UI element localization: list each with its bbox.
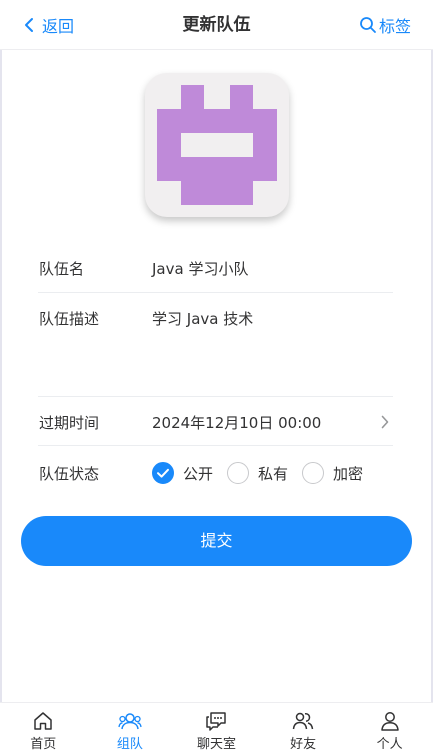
radio-unchecked-icon	[227, 462, 250, 484]
nav-bar: 返回 更新队伍 标签	[0, 0, 433, 50]
desc-textarea[interactable]: 学习 Java 技术	[152, 308, 253, 329]
expire-label: 过期时间	[39, 413, 100, 432]
chat-icon	[206, 712, 227, 731]
chevron-right-icon	[381, 415, 389, 429]
tab-friends[interactable]: 好友	[260, 703, 347, 756]
tab-profile-label: 个人	[376, 737, 403, 752]
tab-profile[interactable]: 个人	[346, 703, 433, 756]
desc-label: 队伍描述	[39, 309, 100, 328]
radio-unchecked-icon	[302, 462, 325, 484]
radio-checked-icon	[152, 462, 174, 484]
divider	[38, 292, 393, 293]
desc-row[interactable]: 队伍描述 学习 Java 技术	[24, 304, 409, 332]
radio-private[interactable]: 私有	[227, 462, 288, 484]
tab-chat-label: 聊天室	[196, 737, 236, 752]
tab-home[interactable]: 首页	[0, 703, 87, 756]
name-label: 队伍名	[39, 259, 85, 278]
divider	[38, 396, 393, 397]
team-avatar[interactable]	[145, 73, 289, 217]
user-icon	[380, 712, 399, 731]
search-icon	[360, 17, 376, 33]
radio-encrypted-label: 加密	[333, 464, 364, 483]
tag-label: 标签	[378, 17, 411, 36]
tag-search-button[interactable]: 标签	[359, 12, 411, 38]
expire-value[interactable]: 2024年12月10日 00:00	[152, 412, 321, 433]
tab-chat[interactable]: 聊天室	[173, 703, 260, 756]
friends-icon	[292, 712, 314, 730]
expire-row[interactable]: 过期时间 2024年12月10日 00:00	[24, 408, 409, 436]
status-label: 队伍状态	[39, 464, 100, 483]
pixel-avatar-icon	[157, 85, 277, 205]
divider	[38, 445, 393, 446]
name-row[interactable]: 队伍名 Java 学习小队	[24, 254, 409, 282]
radio-private-label: 私有	[258, 464, 289, 483]
tab-team[interactable]: 组队	[87, 703, 174, 756]
tab-friends-label: 好友	[290, 737, 317, 752]
team-icon	[118, 713, 142, 730]
radio-public[interactable]: 公开	[152, 462, 213, 484]
home-icon	[34, 712, 53, 730]
status-radio-group: 公开 私有 加密	[152, 462, 377, 484]
name-input[interactable]: Java 学习小队	[152, 258, 248, 279]
status-row: 队伍状态 公开 私有 加密	[24, 458, 409, 488]
tab-home-label: 首页	[30, 737, 57, 752]
submit-button[interactable]: 提交	[21, 516, 412, 566]
radio-encrypted[interactable]: 加密	[302, 462, 363, 484]
tab-team-label: 组队	[116, 737, 143, 752]
tab-bar: 首页 组队 聊天室 好友 个人	[0, 702, 433, 756]
radio-public-label: 公开	[183, 464, 214, 483]
